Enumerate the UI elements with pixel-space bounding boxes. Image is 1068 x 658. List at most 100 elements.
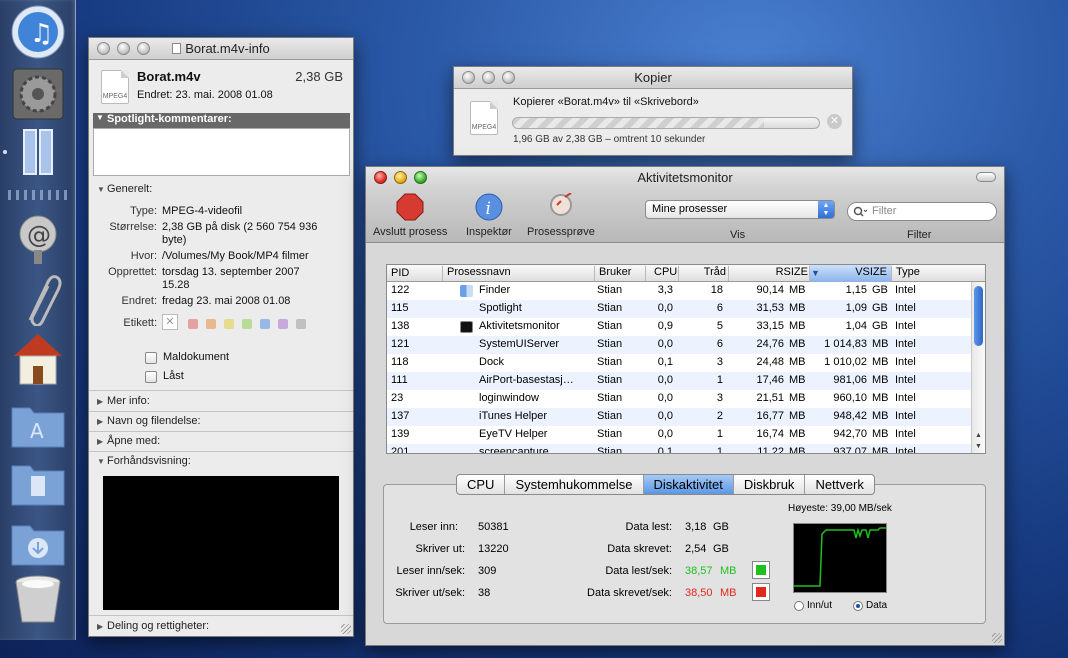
toolbar-toggle-button[interactable]: [976, 172, 996, 182]
table-scrollbar[interactable]: ▲ ▼: [971, 282, 985, 453]
filter-search-field[interactable]: Filter: [847, 202, 997, 221]
inspect-button[interactable]: i Inspektør: [466, 193, 512, 238]
table-row[interactable]: 121 SystemUIServer Stian 0,0 6 24,76 MB 1 014,8…: [387, 336, 973, 354]
table-row[interactable]: 23 loginwindow Stian 0,0 3 21,51 MB 960,10 MB Int…: [387, 390, 973, 408]
close-button[interactable]: [462, 71, 475, 84]
stop-copy-button[interactable]: ✕: [827, 114, 842, 129]
spotlight-comments-field[interactable]: [93, 128, 350, 176]
column-rsize[interactable]: RSIZE: [728, 266, 808, 281]
downloads-folder-icon[interactable]: [10, 512, 66, 568]
column-view-icon[interactable]: [10, 124, 66, 180]
write-color-well[interactable]: [752, 583, 770, 601]
label-green-swatch[interactable]: [242, 319, 252, 329]
column-threads[interactable]: Tråd: [678, 266, 726, 281]
minimize-button[interactable]: [482, 71, 495, 84]
table-row[interactable]: 111 AirPort-basestasj… Stian 0,0 1 17,46 MB 981…: [387, 372, 973, 390]
quit-process-button[interactable]: Avslutt prosess: [373, 193, 447, 238]
column-type[interactable]: Type: [891, 266, 920, 281]
column-pid[interactable]: PID: [391, 267, 409, 279]
running-indicator: [3, 150, 7, 154]
zoom-button[interactable]: [502, 71, 515, 84]
paperclip-icon[interactable]: [10, 270, 66, 328]
tab-disk-usage[interactable]: Diskbruk: [734, 475, 806, 494]
label-blue-swatch[interactable]: [260, 319, 270, 329]
sample-process-button[interactable]: Prosessprøve: [527, 192, 595, 238]
section-open-with[interactable]: ▶ Åpne med:: [89, 435, 353, 447]
copy-titlebar[interactable]: Kopier: [454, 67, 852, 89]
stationery-label: Maldokument: [163, 351, 230, 363]
section-preview[interactable]: ▼ Forhåndsvisning:: [89, 455, 353, 467]
disk-activity-graph: [793, 523, 887, 593]
itunes-icon[interactable]: ♫: [10, 4, 66, 60]
scrollbar-thumb[interactable]: [974, 286, 983, 346]
minimize-button[interactable]: [394, 171, 407, 184]
info-titlebar[interactable]: Borat.m4v-info: [89, 38, 353, 60]
section-name-extension[interactable]: ▶ Navn og filendelse:: [89, 415, 353, 427]
cpu-cell: 0,1: [657, 356, 673, 368]
mail-icon[interactable]: @: [10, 210, 66, 266]
label-red-swatch[interactable]: [188, 319, 198, 329]
table-row[interactable]: 122 Finder Stian 3,3 18 90,14 MB 1,15 GB Intel: [387, 282, 973, 300]
data-read-unit: GB: [713, 521, 729, 533]
file-name: Borat.m4v: [137, 69, 201, 84]
label-gray-swatch[interactable]: [296, 319, 306, 329]
section-more-info[interactable]: ▶ Mer info:: [89, 395, 353, 407]
documents-folder-icon[interactable]: [10, 452, 66, 508]
system-preferences-icon[interactable]: [10, 66, 66, 122]
scroll-up-icon[interactable]: ▲: [975, 432, 982, 439]
zoom-button[interactable]: [137, 42, 150, 55]
type-cell: Intel: [895, 446, 916, 454]
trash-icon[interactable]: [10, 570, 66, 626]
minimize-button[interactable]: [117, 42, 130, 55]
section-general[interactable]: ▼ Generelt:: [89, 183, 353, 195]
size-value: 2,38 GB på disk (2 560 754 936: [162, 221, 318, 233]
label-yellow-swatch[interactable]: [224, 319, 234, 329]
column-cpu[interactable]: CPU: [645, 266, 677, 281]
file-icon-caption: MPEG4: [102, 93, 128, 100]
table-row[interactable]: 201 screencapture Stian 0,1 1 11,22 MB 937,07 MB…: [387, 444, 973, 454]
pid-cell: 122: [391, 284, 410, 296]
am-titlebar[interactable]: Aktivitetsmonitor: [366, 167, 1004, 189]
tab-network[interactable]: Nettverk: [805, 475, 873, 494]
rsize-cell: 24,48: [756, 356, 784, 368]
label-none-button[interactable]: ✕: [162, 314, 178, 330]
column-vsize[interactable]: VSIZE: [809, 266, 887, 281]
zoom-button[interactable]: [414, 171, 427, 184]
writes-sec-value: 38: [478, 587, 491, 599]
resize-grip[interactable]: [341, 624, 351, 634]
threads-cell: 3: [716, 392, 723, 404]
data-radio[interactable]: [853, 601, 863, 611]
tab-cpu[interactable]: CPU: [457, 475, 506, 494]
applications-folder-icon[interactable]: A: [10, 394, 66, 450]
show-processes-popup[interactable]: Mine prosesser ▲ ▼: [645, 200, 835, 219]
created-label: Opprettet:: [108, 266, 157, 278]
type-cell: Intel: [895, 320, 916, 332]
scroll-down-icon[interactable]: ▼: [975, 443, 982, 450]
name-cell: Aktivitetsmonitor: [479, 320, 560, 332]
label-purple-swatch[interactable]: [278, 319, 288, 329]
table-row[interactable]: 139 EyeTV Helper Stian 0,0 1 16,74 MB 942,70 MB I…: [387, 426, 973, 444]
spotlight-header[interactable]: ▼ Spotlight-kommentarer:: [93, 113, 350, 128]
label-orange-swatch[interactable]: [206, 319, 216, 329]
section-sharing[interactable]: ▶ Deling og rettigheter:: [89, 620, 353, 632]
read-color-well[interactable]: [752, 561, 770, 579]
name-cell: Dock: [479, 356, 505, 368]
table-row[interactable]: 137 iTunes Helper Stian 0,0 2 16,77 MB 948,42 MB…: [387, 408, 973, 426]
table-row[interactable]: 138 Aktivitetsmonitor Stian 0,9 5 33,15 MB 1,04…: [387, 318, 973, 336]
home-folder-icon[interactable]: [10, 330, 66, 386]
read-sec-unit: MB: [720, 565, 737, 577]
tab-memory[interactable]: Systemhukommelse: [505, 475, 644, 494]
table-row[interactable]: 115 Spotlight Stian 0,0 6 31,53 MB 1,09 GB Intel: [387, 300, 973, 318]
locked-checkbox[interactable]: [145, 371, 157, 383]
io-radio[interactable]: [794, 601, 804, 611]
table-row[interactable]: 118 Dock Stian 0,1 3 24,48 MB 1 010,02 MB Intel: [387, 354, 973, 372]
stationery-checkbox[interactable]: [145, 352, 157, 364]
close-button[interactable]: [97, 42, 110, 55]
column-user[interactable]: Bruker: [594, 266, 631, 281]
tab-disk-activity[interactable]: Diskaktivitet: [643, 475, 734, 494]
reads-in-value: 50381: [478, 521, 509, 533]
close-button[interactable]: [374, 171, 387, 184]
resize-grip[interactable]: [992, 633, 1002, 643]
column-name[interactable]: Prosessnavn: [442, 266, 511, 281]
video-preview[interactable]: [103, 476, 339, 610]
